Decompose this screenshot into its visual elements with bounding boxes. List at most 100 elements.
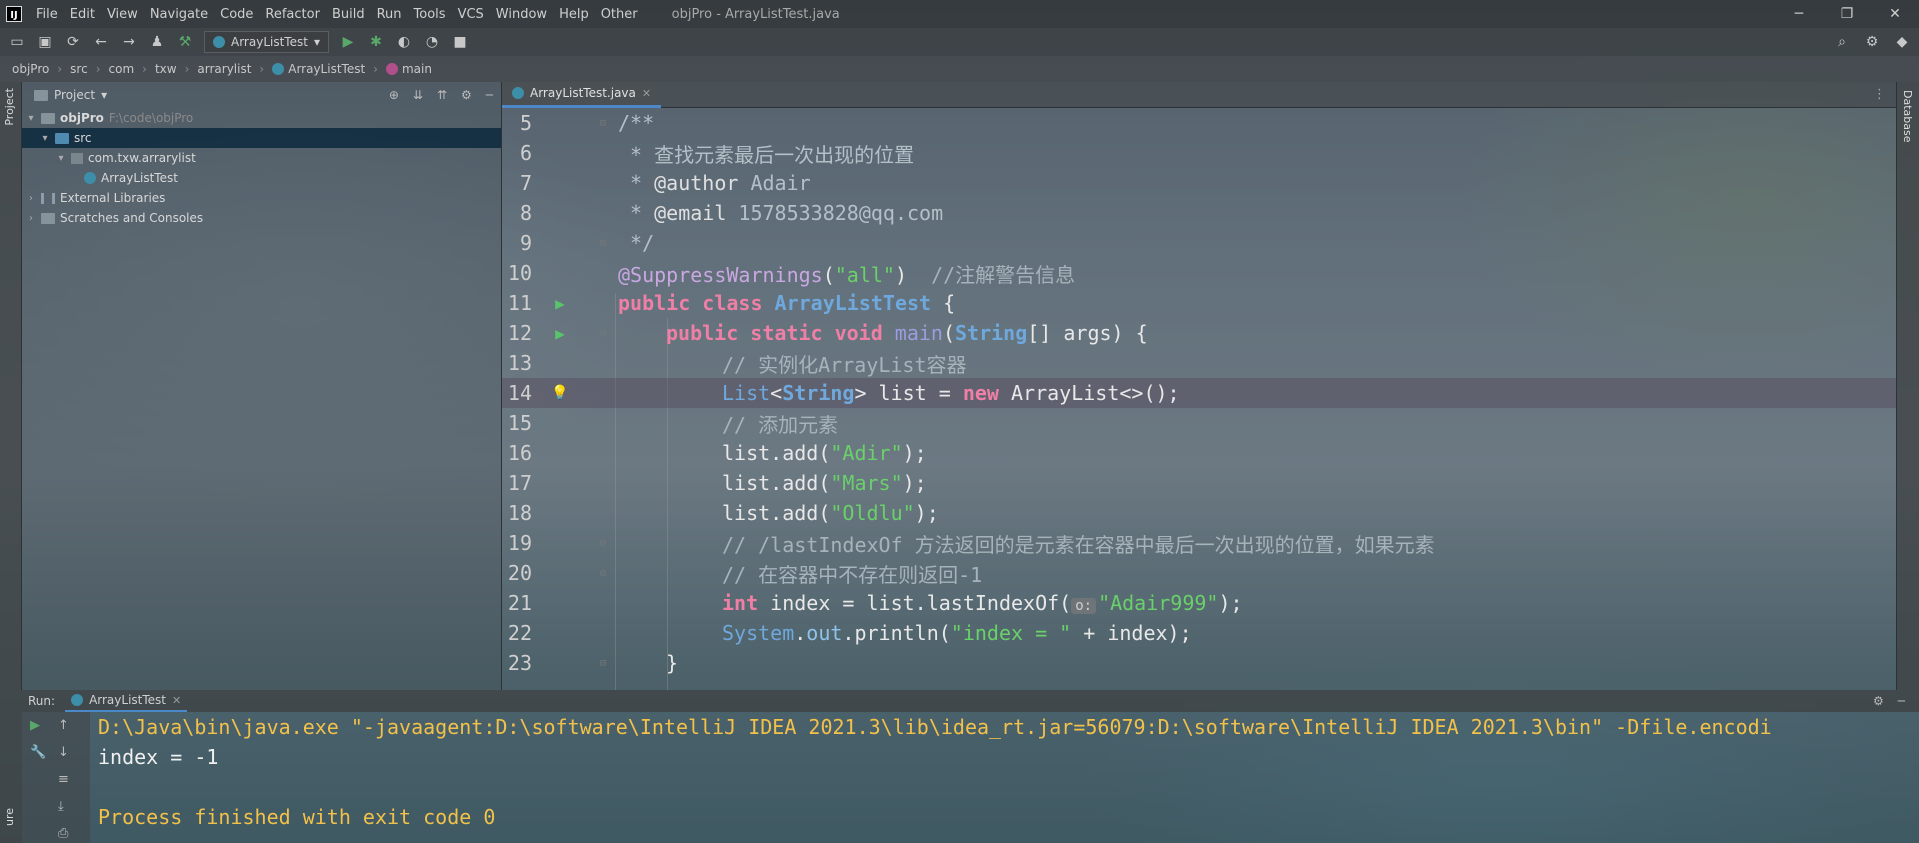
open-folder-icon[interactable]: ▭ <box>8 34 26 50</box>
menu-tools[interactable]: Tools <box>408 7 452 22</box>
project-panel: Project ▾ ⊕ ⇊ ⇈ ⚙ ─ ▾ objPro F:\code\obj… <box>22 82 502 690</box>
bottom-left-stripe: ure <box>0 690 22 843</box>
stop-icon[interactable]: ■ <box>451 34 469 50</box>
breadcrumb-arrarylist[interactable]: arrarylist <box>197 62 251 76</box>
chevron-down-icon[interactable]: ▾ <box>101 88 107 102</box>
soft-wrap-icon[interactable]: ≡ <box>58 772 69 787</box>
gear-icon[interactable]: ⚙ <box>1873 694 1884 708</box>
more-options-icon[interactable]: ⋮ <box>1873 87 1896 102</box>
jetbrains-logo-icon[interactable]: ◆ <box>1893 34 1911 50</box>
run-configuration-select[interactable]: ArrayListTest ▾ <box>204 31 329 53</box>
breadcrumb-src[interactable]: src <box>70 62 88 76</box>
rerun-icon[interactable]: ▶ <box>30 718 46 733</box>
settings-gear-icon[interactable]: ⚙ <box>1863 34 1881 50</box>
menu-help[interactable]: Help <box>553 7 595 22</box>
fold-icon[interactable]: ⊟ <box>588 238 618 249</box>
gear-icon[interactable]: ⚙ <box>461 88 472 102</box>
build-hammer-icon[interactable]: ⚒ <box>176 34 194 50</box>
menu-build[interactable]: Build <box>326 7 371 22</box>
minimize-icon[interactable]: ─ <box>1775 6 1823 22</box>
collapse-all-icon[interactable]: ⇈ <box>437 88 447 102</box>
print-icon[interactable]: ⎙ <box>58 826 69 841</box>
string-literal: "Adair999" <box>1098 591 1219 615</box>
breadcrumb-com[interactable]: com <box>109 62 135 76</box>
coverage-icon[interactable]: ◐ <box>395 34 413 50</box>
expand-all-icon[interactable]: ⇊ <box>413 88 423 102</box>
menu-code[interactable]: Code <box>214 7 259 22</box>
tree-item-src[interactable]: ▾ src <box>22 128 501 148</box>
chevron-down-icon[interactable]: ▾ <box>56 153 66 164</box>
database-tool-tab[interactable]: Database <box>1901 90 1914 143</box>
tree-item-external-libraries[interactable]: › External Libraries <box>22 188 501 208</box>
fold-icon[interactable]: ⊟ <box>588 658 618 669</box>
type-name: List <box>722 381 771 405</box>
scroll-to-end-icon[interactable]: ⤓ <box>58 799 69 814</box>
editor-tab-arraylisttest[interactable]: ArrayListTest.java ✕ <box>502 81 662 108</box>
breadcrumb-class[interactable]: ArrayListTest <box>272 62 365 76</box>
breadcrumb-separator: › <box>259 62 265 76</box>
window-controls: ─ ❐ ✕ <box>1775 6 1919 22</box>
chevron-right-icon[interactable]: › <box>26 193 36 204</box>
menu-run[interactable]: Run <box>371 7 408 22</box>
wrench-icon[interactable]: 🔧 <box>30 745 46 760</box>
save-all-icon[interactable]: ▣ <box>36 34 54 50</box>
class-icon <box>71 694 84 706</box>
close-icon[interactable]: ✕ <box>1871 6 1919 22</box>
code-line: 17 list.add("Mars"); <box>502 468 1896 498</box>
tree-item-scratches[interactable]: › Scratches and Consoles <box>22 208 501 228</box>
breadcrumb-method[interactable]: main <box>385 62 432 76</box>
menu-edit[interactable]: Edit <box>64 7 101 22</box>
chevron-down-icon[interactable]: ▾ <box>40 133 50 144</box>
tree-item-class[interactable]: ArrayListTest <box>22 168 501 188</box>
menu-file[interactable]: File <box>30 7 64 22</box>
hide-icon[interactable]: ─ <box>486 88 493 102</box>
menu-refactor[interactable]: Refactor <box>259 7 326 22</box>
close-tab-icon[interactable]: ✕ <box>642 87 651 100</box>
fold-icon[interactable]: ⊟ <box>588 118 618 129</box>
fold-icon[interactable]: ⊟ <box>588 568 618 579</box>
chevron-right-icon[interactable]: › <box>26 213 36 224</box>
run-panel-label: Run: <box>28 694 56 708</box>
run-icon[interactable]: ▶ <box>339 34 357 50</box>
debug-icon[interactable]: ✱ <box>367 34 385 50</box>
menu-vcs[interactable]: VCS <box>452 7 490 22</box>
hide-icon[interactable]: ─ <box>1898 694 1905 708</box>
project-panel-title[interactable]: Project <box>54 88 95 102</box>
doc-star: * <box>618 201 655 225</box>
close-tab-icon[interactable]: ✕ <box>172 694 181 707</box>
run-class-icon[interactable]: ▶ <box>532 294 588 313</box>
breadcrumb-separator: › <box>184 62 190 76</box>
tree-item-package[interactable]: ▾ com.txw.arrarylist <box>22 148 501 168</box>
menu-view[interactable]: View <box>101 7 144 22</box>
up-arrow-icon[interactable]: ↑ <box>58 718 69 733</box>
class-name: ArrayListTest <box>774 291 932 315</box>
restore-icon[interactable]: ❐ <box>1823 6 1871 22</box>
project-tool-tab[interactable]: Project <box>3 88 16 126</box>
fold-icon[interactable]: ⊟ <box>588 538 618 549</box>
run-panel-header: Run: ArrayListTest ✕ ⚙ ─ <box>22 690 1919 712</box>
intention-bulb-icon[interactable]: 💡 <box>532 385 588 401</box>
sync-icon[interactable]: ⟳ <box>64 34 82 50</box>
run-console[interactable]: D:\Java\bin\java.exe "-javaagent:D:\soft… <box>90 712 1919 843</box>
tree-item-objpro[interactable]: ▾ objPro F:\code\objPro <box>22 108 501 128</box>
doc-text: Adair <box>738 171 811 195</box>
locate-icon[interactable]: ⊕ <box>389 88 399 102</box>
down-arrow-icon[interactable]: ↓ <box>58 745 69 760</box>
fold-icon[interactable]: ⊟ <box>588 328 618 339</box>
breadcrumb-project[interactable]: objPro <box>12 62 49 76</box>
menu-other[interactable]: Other <box>595 7 644 22</box>
structure-tool-tab[interactable]: ure <box>3 808 16 826</box>
code-editor[interactable]: 5 ⊟ /** 6 * 查找元素最后一次出现的位置 7 * @author Ad… <box>502 108 1896 690</box>
run-tab-arraylisttest[interactable]: ArrayListTest ✕ <box>65 690 188 712</box>
profile-icon[interactable]: ◔ <box>423 34 441 50</box>
search-icon[interactable]: ⌕ <box>1833 34 1851 50</box>
back-icon[interactable]: ← <box>92 34 110 50</box>
user-icon[interactable]: ♟ <box>148 34 166 50</box>
run-method-icon[interactable]: ▶ <box>532 324 588 343</box>
chevron-down-icon[interactable]: ▾ <box>26 113 36 124</box>
menu-navigate[interactable]: Navigate <box>144 7 214 22</box>
code-token: > list = <box>854 381 963 405</box>
menu-window[interactable]: Window <box>490 7 553 22</box>
breadcrumb-txw[interactable]: txw <box>155 62 177 76</box>
forward-icon[interactable]: → <box>120 34 138 50</box>
